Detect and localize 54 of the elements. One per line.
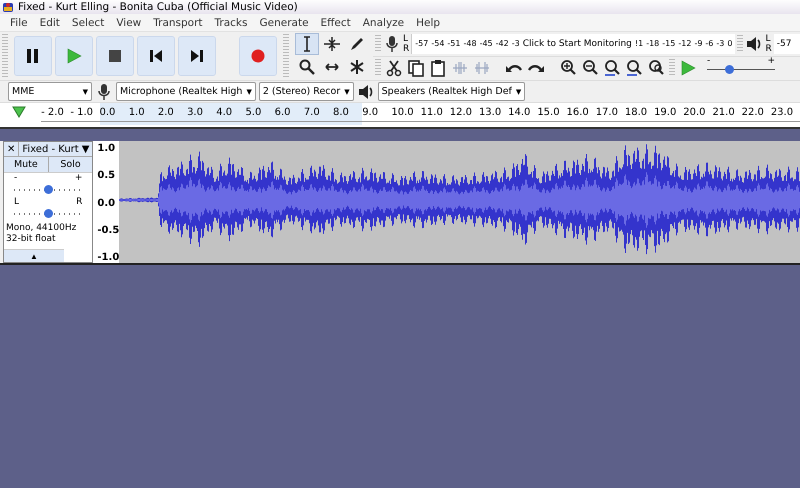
meter-tick-label: -45 [480, 39, 493, 48]
timeline-label: 8.0 [333, 103, 362, 125]
menu-item[interactable]: Edit [34, 16, 66, 28]
meter-tick-label: -51 [447, 39, 460, 48]
timeline-label: 0.0 [100, 103, 129, 125]
timeline-label: 7.0 [304, 103, 333, 125]
timeline-label: 2.0 [158, 103, 188, 125]
monitoring-prompt: Click to Start Monitoring [522, 38, 632, 49]
channel-label: L [403, 34, 410, 44]
slider-label: L [14, 197, 20, 207]
menu-item[interactable]: Analyze [356, 16, 410, 28]
menu-item[interactable]: Effect [314, 16, 357, 28]
meter-tick-label: -18 [646, 39, 660, 48]
menu-item[interactable]: Generate [253, 16, 315, 28]
menu-item[interactable]: Tracks [208, 16, 254, 28]
solo-button[interactable]: Solo [48, 157, 92, 172]
recording-meter[interactable]: -57 -54 -51 -48 -45 -42 -3 Click to Start Monitoring !1 -18 -15 -12 -9 -6 -3 0 [411, 34, 736, 54]
slider-label: + [74, 173, 82, 183]
meter-tick-label: -57 [776, 38, 792, 49]
meter-tick-label: -12 [678, 39, 692, 48]
meter-tick-label: 0 [727, 39, 732, 48]
mute-button[interactable]: Mute [4, 157, 49, 172]
slider-label: + [767, 56, 775, 66]
slider-label: - [14, 173, 18, 183]
meter-tick-label: -3 [512, 39, 520, 48]
channel-label: R [403, 44, 410, 54]
meter-tick-label: -42 [496, 39, 509, 48]
menu-item[interactable]: View [110, 16, 148, 28]
menu-item[interactable]: File [4, 16, 34, 28]
meter-tick-label: -9 [694, 39, 702, 48]
channel-label: L [765, 34, 772, 44]
meter-tick-label: -48 [464, 39, 477, 48]
meter-tick-label: -6 [705, 39, 714, 48]
menu-item[interactable]: Transport [147, 16, 209, 28]
slider-label: R [76, 197, 82, 207]
menu-item[interactable]: Select [66, 16, 110, 28]
meter-tick-label: -15 [662, 39, 676, 48]
timeline-label: 6.0 [274, 103, 304, 125]
timeline-label: 3.0 [187, 103, 216, 125]
meter-tick-label: -57 [415, 39, 428, 48]
collapse-button[interactable]: ▲ [4, 249, 64, 262]
window-title: Fixed - Kurt Elling - Bonita Cuba (Official Music Video) [18, 1, 298, 13]
amplitude-scale: 1.0 0.5 0.0 -0.5 -1.0 [93, 141, 120, 263]
slider-label: - [707, 56, 710, 66]
timeline-label: 5.0 [245, 103, 275, 125]
meter-tick-label: -54 [431, 39, 444, 48]
timeline-label: 4.0 [216, 103, 246, 125]
menu-item[interactable]: Help [410, 16, 446, 28]
playback-meter[interactable]: -57 [774, 34, 800, 54]
meter-tick-label: !1 [634, 39, 644, 48]
track-info: Mono, 44100Hz 32-bit float [5, 222, 78, 245]
timeline-label: 1.0 [128, 103, 158, 125]
meter-tick-label: -3 [716, 39, 724, 48]
channel-label: R [765, 44, 772, 54]
